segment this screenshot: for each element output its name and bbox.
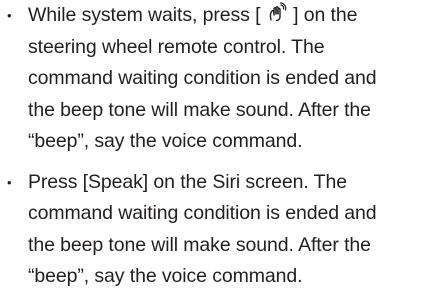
list-item-line: the beep tone will make sound. After the: [28, 233, 371, 256]
list-item-first-line: While system waits, press [ ] on the: [28, 0, 438, 32]
list-item-line: Press [Speak] on the Siri screen. The: [28, 170, 347, 193]
list-item-line: command waiting condition is ended and: [28, 202, 377, 224]
instruction-list: • While system waits, press [ ] on the s…: [0, 0, 438, 293]
list-item-line: command waiting condition is ended and: [28, 67, 377, 89]
list-item-text: While system waits, press [: [28, 4, 266, 26]
list-item-text: ] on the: [287, 4, 358, 26]
list-item: • Press [Speak] on the Siri screen. The …: [0, 167, 438, 293]
list-item: • While system waits, press [ ] on the s…: [0, 0, 438, 158]
list-item-line: the beep tone will make sound. After the: [28, 98, 371, 121]
list-item-line: steering wheel remote control. The: [28, 35, 325, 58]
bullet-icon: •: [7, 8, 12, 23]
list-item-line: “beep”, say the voice command.: [28, 130, 303, 152]
voice-recognition-hand-icon: [269, 2, 287, 22]
bullet-icon: •: [7, 174, 12, 190]
list-item-line: “beep”, say the voice command.: [28, 265, 303, 287]
